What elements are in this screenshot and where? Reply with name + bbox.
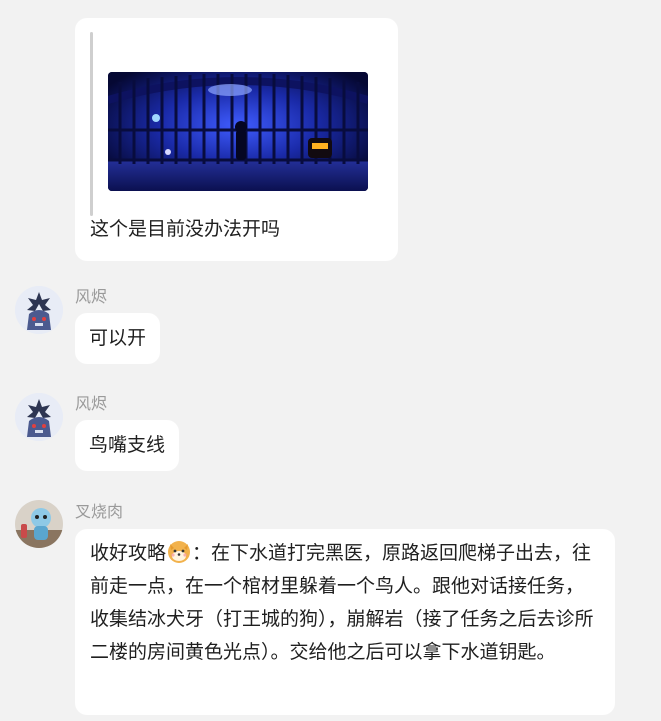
avatar[interactable]: [15, 286, 63, 334]
game-screenshot-icon: [108, 72, 368, 191]
chat-window: 这个是目前没办法开吗 风烬 可以开 风烬 鸟嘴支线 叉烧肉 收好攻略 ：在下水道…: [0, 0, 661, 721]
quote-text: 这个是目前没办法开吗: [90, 218, 281, 240]
sender-name: 叉烧肉: [75, 502, 124, 521]
message-bubble[interactable]: 收好攻略 ：在下水道打完黑医，原路返回爬梯子出去，往前走一点，在一个棺材里躲着一个…: [75, 529, 615, 715]
sender-name: 风烬: [75, 394, 108, 413]
game-screenshot-image[interactable]: [108, 72, 368, 191]
message-prefix: 收好攻略: [90, 542, 167, 564]
figurine-icon: [15, 500, 63, 548]
sender-name: 风烬: [75, 287, 108, 306]
avatar[interactable]: [15, 500, 63, 548]
rabbit-knight-icon: [15, 393, 63, 441]
shiba-dog-emoji-icon: [168, 541, 191, 563]
quoted-message-bubble[interactable]: 这个是目前没办法开吗: [75, 18, 398, 261]
message-bubble[interactable]: 鸟嘴支线: [75, 420, 180, 471]
rabbit-knight-icon: [15, 286, 63, 334]
message-text: 鸟嘴支线: [89, 434, 166, 456]
message-bubble[interactable]: 可以开: [75, 313, 161, 364]
avatar[interactable]: [15, 393, 63, 441]
quote-bar: [90, 32, 93, 216]
message-text: 可以开: [89, 327, 147, 349]
